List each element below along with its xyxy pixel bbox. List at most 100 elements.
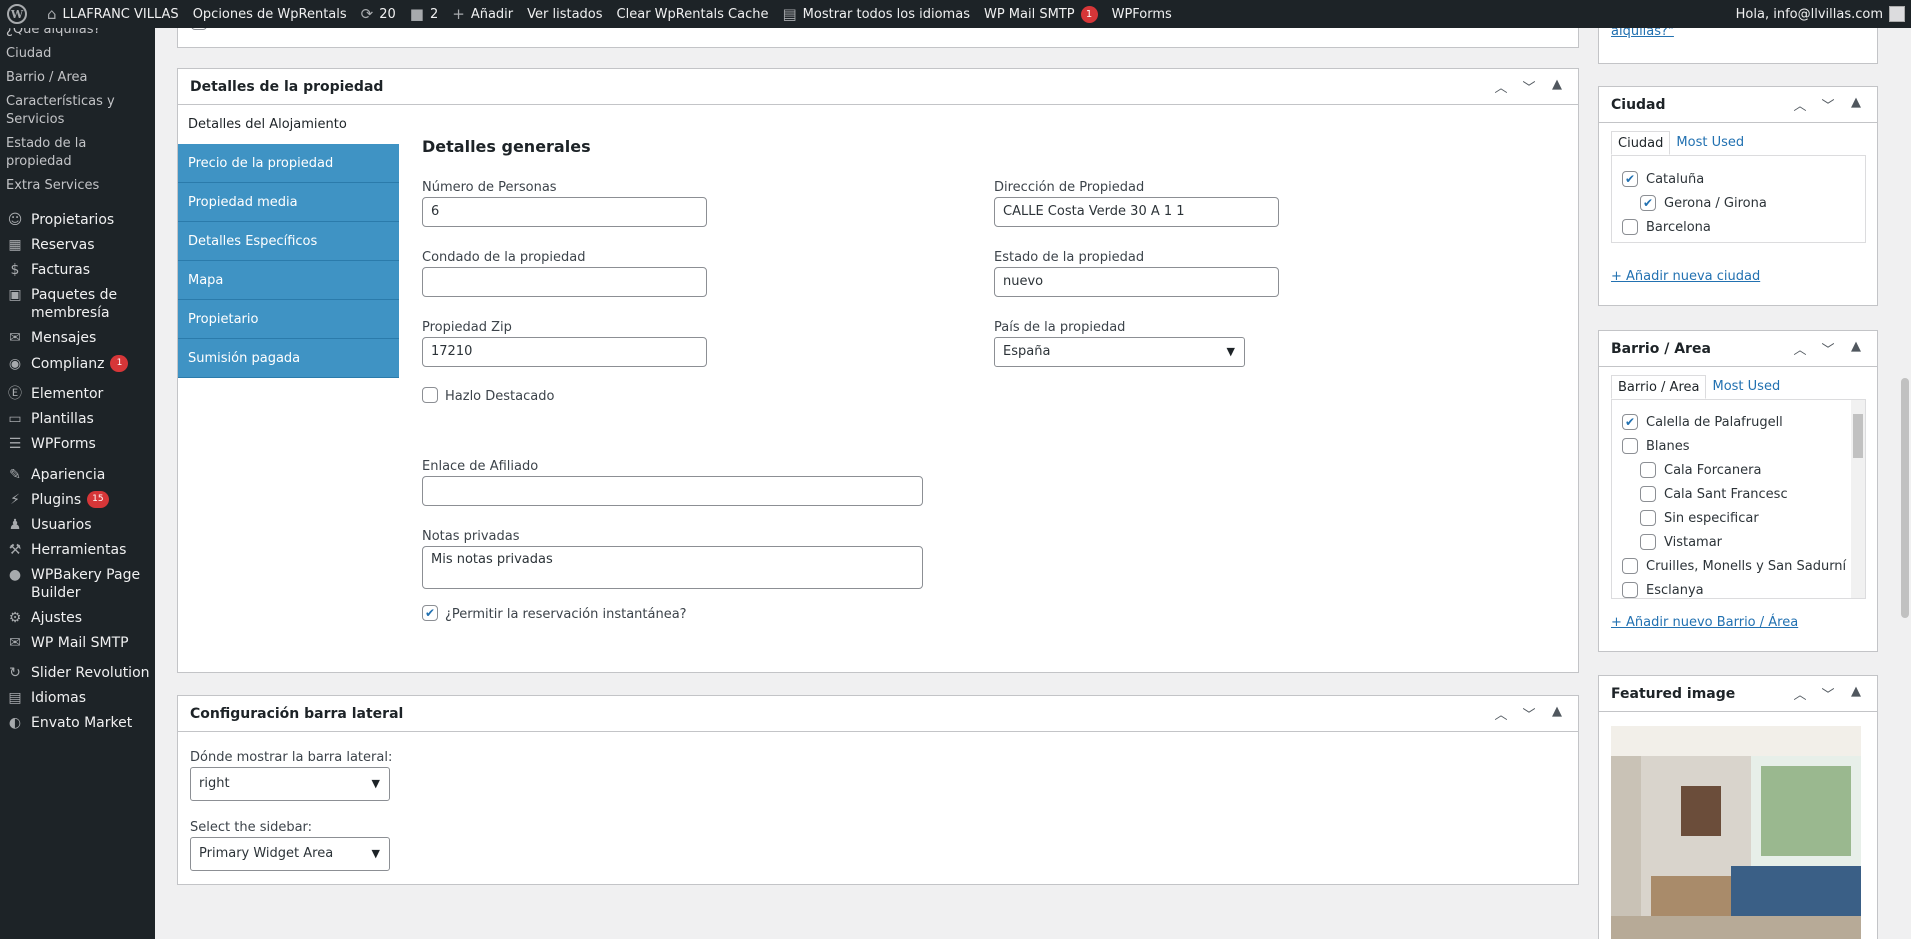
list-item[interactable]: Esclanya <box>1622 582 1704 598</box>
move-down-icon[interactable]: ﹀ <box>1819 684 1837 703</box>
toggle-panel-icon[interactable]: ▲ <box>1847 684 1865 703</box>
sidebar-select[interactable]: Primary Widget Area ▼ <box>190 837 390 871</box>
sidebar-item-herramientas[interactable]: ⚒ Herramientas <box>0 541 155 559</box>
move-down-icon[interactable]: ﹀ <box>1520 77 1538 96</box>
checked-checkbox[interactable]: ✔ <box>1640 195 1656 211</box>
country-select[interactable]: España ▼ <box>994 337 1245 367</box>
add-city-link[interactable]: + Añadir nueva ciudad <box>1611 269 1760 284</box>
tab-area-all[interactable]: Barrio / Area <box>1611 375 1707 399</box>
sidebar-item-envato-market[interactable]: ◐ Envato Market <box>0 714 155 732</box>
list-item[interactable]: Cala Sant Francesc <box>1640 486 1788 502</box>
list-item[interactable]: Cruilles, Monells y San Sadurní <box>1622 558 1846 574</box>
sidebar-item-idiomas[interactable]: ▤ Idiomas <box>0 689 155 707</box>
tab-sumisi-n-pagada[interactable]: Sumisión pagada <box>178 339 399 378</box>
submenu-item[interactable]: Características y Servicios <box>6 90 149 132</box>
sidebar-item-complianz[interactable]: ◉ Complianz 1 <box>0 355 155 373</box>
tab-mapa[interactable]: Mapa <box>178 261 399 300</box>
county-input[interactable] <box>422 267 707 297</box>
list-item[interactable]: Vistamar <box>1640 534 1722 550</box>
list-item[interactable]: ✔ Gerona / Girona <box>1640 195 1767 211</box>
site-name-link[interactable]: ⌂ LLAFRANC VILLAS <box>40 0 186 28</box>
smtp-link[interactable]: WP Mail SMTP 1 <box>977 0 1105 28</box>
checkbox[interactable] <box>1640 510 1656 526</box>
list-item[interactable]: Blanes <box>1622 438 1690 454</box>
move-up-icon[interactable]: ︿ <box>1791 95 1809 114</box>
page-scrollbar-thumb[interactable] <box>1901 378 1909 618</box>
submenu-item[interactable]: Extra Services <box>6 174 149 198</box>
list-item[interactable]: Barcelona <box>1622 219 1711 235</box>
comments-link[interactable]: ■ 2 <box>403 0 445 28</box>
view-listings-link[interactable]: Ver listados <box>520 0 609 28</box>
list-item[interactable]: ✔ Calella de Palafrugell <box>1622 414 1783 430</box>
wpforms-link[interactable]: WPForms <box>1105 0 1179 28</box>
sidebar-item-wp-mail-smtp[interactable]: ✉ WP Mail SMTP <box>0 634 155 652</box>
move-down-icon[interactable]: ﹀ <box>1819 95 1837 114</box>
languages-link[interactable]: ▤ Mostrar todos los idiomas <box>775 0 976 28</box>
toggle-panel-icon[interactable]: ▲ <box>1548 77 1566 96</box>
wp-logo-menu[interactable]: W <box>0 0 40 28</box>
submenu-item[interactable]: ¿Qué alquilas? <box>6 28 149 42</box>
checkbox[interactable] <box>1622 219 1638 235</box>
zip-input[interactable]: 17210 <box>422 337 707 367</box>
list-item[interactable]: ✔ Cataluña <box>1622 171 1704 187</box>
sidebar-item-facturas[interactable]: $ Facturas <box>0 261 155 279</box>
tab-propiedad-media[interactable]: Propiedad media <box>178 183 399 222</box>
updates-link[interactable]: ⟳ 20 <box>354 0 403 28</box>
move-up-icon[interactable]: ︿ <box>1791 684 1809 703</box>
submenu-item[interactable]: Estado de la propiedad <box>6 132 149 174</box>
sidebar-item-apariencia[interactable]: ✎ Apariencia <box>0 466 155 484</box>
list-item[interactable]: Cala Forcanera <box>1640 462 1761 478</box>
checkbox[interactable] <box>1622 438 1638 454</box>
sidebar-item-usuarios[interactable]: ♟ Usuarios <box>0 516 155 534</box>
submenu-item[interactable]: Ciudad <box>6 42 149 66</box>
tab-detalles-espec-ficos[interactable]: Detalles Específicos <box>178 222 399 261</box>
sidebar-item-plugins[interactable]: ⚡ Plugins 15 <box>0 491 155 509</box>
notes-textarea[interactable]: Mis notas privadas <box>422 546 923 589</box>
move-down-icon[interactable]: ﹀ <box>1520 704 1538 723</box>
sidebar-item-plantillas[interactable]: ▭ Plantillas <box>0 410 155 428</box>
options-link[interactable]: Opciones de WpRentals <box>186 0 354 28</box>
checked-checkbox[interactable]: ✔ <box>1622 171 1638 187</box>
tab-propietario[interactable]: Propietario <box>178 300 399 339</box>
toggle-panel-icon[interactable]: ▲ <box>1847 339 1865 358</box>
sidebar-item-elementor[interactable]: Ⓔ Elementor <box>0 385 155 403</box>
move-down-icon[interactable]: ﹀ <box>1819 339 1837 358</box>
list-item[interactable]: Sin especificar <box>1640 510 1759 526</box>
area-scrollbar[interactable] <box>1851 400 1865 598</box>
clear-cache-link[interactable]: Clear WpRentals Cache <box>610 0 776 28</box>
checkbox[interactable] <box>1640 486 1656 502</box>
sidebar-item-slider-revolution[interactable]: ↻ Slider Revolution <box>0 664 155 682</box>
affiliate-input[interactable] <box>422 476 923 506</box>
tab-accommodation-details[interactable]: Detalles del Alojamiento <box>178 105 399 144</box>
scrollbar-thumb[interactable] <box>1853 414 1863 458</box>
page-scrollbar[interactable] <box>1899 28 1911 939</box>
guests-input[interactable]: 6 <box>422 197 707 227</box>
sidebar-item-reservas[interactable]: ▦ Reservas <box>0 236 155 254</box>
tab-precio-de-la-propiedad[interactable]: Precio de la propiedad <box>178 144 399 183</box>
add-new-link[interactable]: + Añadir <box>445 0 520 28</box>
state-input[interactable]: nuevo <box>994 267 1279 297</box>
sidebar-item-paquetes-de-membres-a[interactable]: ▣ Paquetes de membresía <box>0 286 155 322</box>
account-menu[interactable]: Hola, info@llvillas.com <box>1729 0 1911 28</box>
checked-checkbox[interactable]: ✔ <box>1622 414 1638 430</box>
move-up-icon[interactable]: ︿ <box>1492 704 1510 723</box>
featured-checkbox[interactable] <box>422 387 438 403</box>
toggle-panel-icon[interactable]: ▲ <box>1548 704 1566 723</box>
tab-area-most-used[interactable]: Most Used <box>1706 375 1786 399</box>
tab-city-all[interactable]: Ciudad <box>1611 131 1671 155</box>
checkbox[interactable] <box>1622 558 1638 574</box>
checkbox[interactable] <box>1622 582 1638 598</box>
sidebar-item-wpbakery-page-builder[interactable]: ● WPBakery Page Builder <box>0 566 155 602</box>
move-up-icon[interactable]: ︿ <box>1791 339 1809 358</box>
sidebar-item-ajustes[interactable]: ⚙ Ajustes <box>0 609 155 627</box>
move-up-icon[interactable]: ︿ <box>1492 77 1510 96</box>
sidebar-item-mensajes[interactable]: ✉ Mensajes <box>0 329 155 347</box>
sidebar-item-wpforms[interactable]: ☰ WPForms <box>0 435 155 453</box>
submenu-item[interactable]: Barrio / Area <box>6 66 149 90</box>
checkbox[interactable] <box>1640 534 1656 550</box>
address-input[interactable]: CALLE Costa Verde 30 A 1 1 <box>994 197 1279 227</box>
featured-image[interactable] <box>1611 726 1861 939</box>
checkbox[interactable] <box>1640 462 1656 478</box>
sidebar-position-select[interactable]: right ▼ <box>190 767 390 801</box>
add-area-link[interactable]: + Añadir nuevo Barrio / Área <box>1611 615 1798 630</box>
